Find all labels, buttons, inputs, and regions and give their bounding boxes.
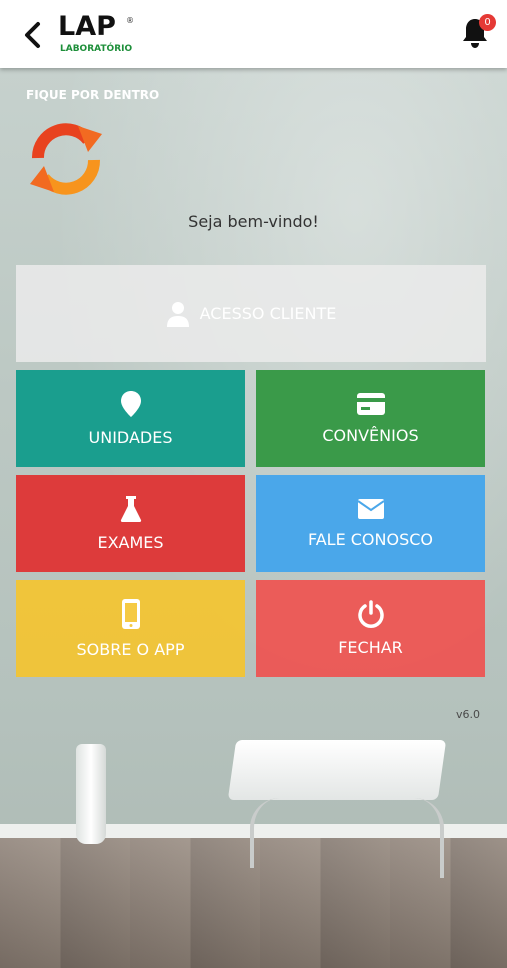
exames-button[interactable]: EXAMES <box>16 475 245 572</box>
fale-conosco-button[interactable]: FALE CONOSCO <box>256 475 485 572</box>
welcome-message: Seja bem-vindo! <box>188 212 319 231</box>
user-icon <box>166 301 189 327</box>
convenios-button[interactable]: CONVÊNIOS <box>256 370 485 467</box>
envelope-icon <box>356 499 385 519</box>
exames-label: EXAMES <box>97 533 164 552</box>
lap-logo: LAP ® LABORATÓRIO <box>58 11 138 58</box>
logo-registered-mark: ® <box>126 16 134 25</box>
sobre-app-button[interactable]: SOBRE O APP <box>16 580 245 677</box>
fechar-button[interactable]: FECHAR <box>256 580 485 677</box>
refresh-button[interactable] <box>26 120 106 198</box>
sobre-app-label: SOBRE O APP <box>76 640 185 659</box>
logo-main-text: LAP <box>58 11 116 42</box>
logo-subtitle: LABORATÓRIO <box>60 44 133 54</box>
back-button[interactable] <box>20 20 48 50</box>
chair-leg-decoration <box>250 798 334 868</box>
phone-icon <box>121 599 140 629</box>
vase-decoration <box>76 744 106 844</box>
fale-conosco-label: FALE CONOSCO <box>307 530 434 549</box>
convenios-label: CONVÊNIOS <box>322 426 419 445</box>
unidades-label: UNIDADES <box>88 428 173 447</box>
access-client-label: ACESSO CLIENTE <box>199 304 337 323</box>
power-icon <box>357 600 384 628</box>
flask-icon <box>120 496 141 522</box>
chair-decoration <box>227 740 447 800</box>
app-header: LAP ® LABORATÓRIO 0 <box>0 0 507 68</box>
refresh-icon <box>30 123 102 195</box>
location-pin-icon <box>120 391 141 417</box>
fechar-label: FECHAR <box>338 638 403 657</box>
access-client-button[interactable]: ACESSO CLIENTE <box>16 265 486 362</box>
chevron-left-icon <box>25 22 40 48</box>
notifications-button[interactable]: 0 <box>460 14 500 50</box>
version-label: v6.0 <box>456 708 481 721</box>
notification-badge: 0 <box>479 14 496 31</box>
unidades-button[interactable]: UNIDADES <box>16 370 245 467</box>
credit-card-icon <box>356 393 385 415</box>
section-title: FIQUE POR DENTRO <box>26 88 160 102</box>
chair-leg-decoration <box>380 798 444 878</box>
